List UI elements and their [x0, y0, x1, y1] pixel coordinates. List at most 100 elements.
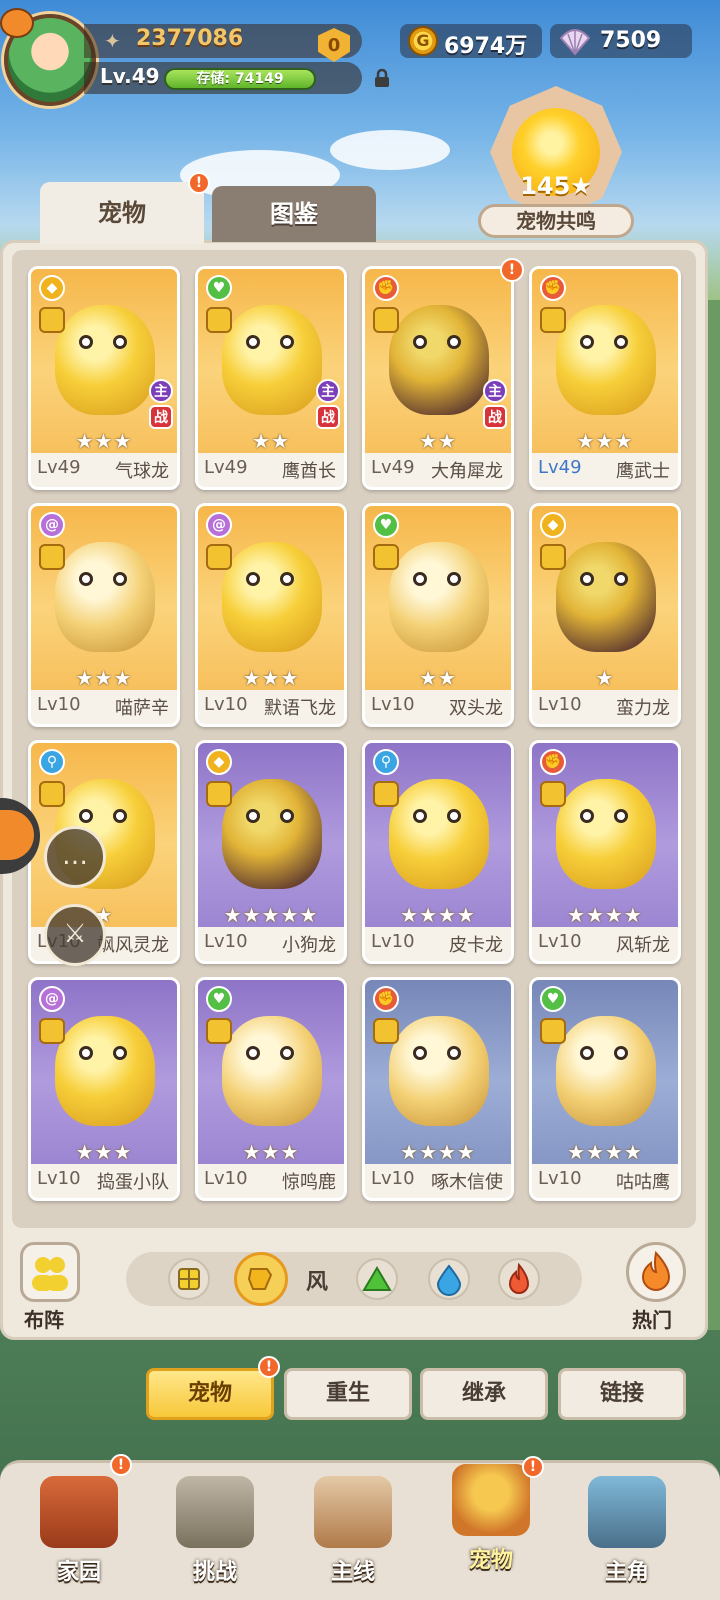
heart-element-icon: ♥: [540, 986, 566, 1012]
team-formation-label: 布阵: [24, 1308, 64, 1332]
pet-portrait: [55, 305, 155, 415]
pet-card[interactable]: ◆ ★ Lv10 蛮力龙: [529, 503, 681, 727]
pet-alert-badge: !: [500, 258, 524, 282]
nav-challenge[interactable]: 挑战: [160, 1466, 270, 1586]
pet-portrait: [389, 305, 489, 415]
pets-action-alert-badge: !: [258, 1356, 280, 1378]
challenge-board-icon: [176, 1476, 254, 1548]
rebirth-button[interactable]: 重生: [284, 1368, 412, 1420]
nav-hero-label: 主角: [604, 1560, 649, 1585]
pet-level: Lv49: [204, 457, 248, 478]
pet-portrait: [556, 779, 656, 889]
pet-card[interactable]: ◆ 主战 ★★★ Lv49 气球龙: [28, 266, 180, 490]
pet-card[interactable]: ◆ ★★★★★ Lv10 小狗龙: [195, 740, 347, 964]
pet-portrait: [556, 542, 656, 652]
nav-challenge-label: 挑战: [192, 1560, 237, 1585]
storage-progress[interactable]: 存储: 74149: [164, 68, 316, 90]
pet-level: Lv10: [538, 1168, 582, 1189]
pet-name: 咕咕鹰: [616, 1172, 670, 1193]
wind-role-icon: [373, 781, 399, 807]
pet-portrait: [222, 1016, 322, 1126]
pet-name: 鹰武士: [616, 461, 670, 482]
pet-card[interactable]: ✊ ★★★★ Lv10 啄木信使: [362, 977, 514, 1201]
pet-card[interactable]: ✊ ★★★ Lv49 鹰武士: [529, 266, 681, 490]
fist-element-icon: ✊: [373, 986, 399, 1012]
pet-card[interactable]: ♥ 主战 ★★ Lv49 鹰酋长: [195, 266, 347, 490]
filter-fire-icon[interactable]: [498, 1258, 540, 1300]
hero-book-icon: [588, 1476, 666, 1548]
wind-role-icon: [540, 781, 566, 807]
heart-element-icon: ♥: [373, 512, 399, 538]
cloud: [330, 130, 450, 170]
pet-level: Lv49: [37, 457, 81, 478]
filter-all-icon[interactable]: [168, 1258, 210, 1300]
link-button[interactable]: 链接: [558, 1368, 686, 1420]
main-tag: 主: [149, 379, 173, 403]
power-icon: ✦: [104, 29, 121, 53]
wind-role-icon: [206, 781, 232, 807]
nav-pets-label: 宠物: [468, 1548, 513, 1573]
filter-water-icon[interactable]: [428, 1258, 470, 1300]
battle-tag: 战: [316, 405, 340, 429]
chat-bubble-icon[interactable]: …: [44, 826, 106, 888]
pet-card[interactable]: ♥ ★★★ Lv10 惊鸣鹿: [195, 977, 347, 1201]
spiral-element-icon: @: [39, 512, 65, 538]
wind-role-icon: [39, 781, 65, 807]
pet-card[interactable]: @ ★★★ Lv10 捣蛋小队: [28, 977, 180, 1201]
wind-role-icon: [540, 1018, 566, 1044]
inherit-button[interactable]: 继承: [420, 1368, 548, 1420]
avatar-pet-icon: [0, 8, 34, 38]
pet-name: 喵萨辛: [115, 698, 169, 719]
pet-portrait: [556, 1016, 656, 1126]
pet-stars: ★★★★: [567, 1140, 643, 1164]
nav-hero[interactable]: 主角: [572, 1466, 682, 1586]
pet-stars: ★★: [252, 429, 290, 453]
pet-portrait: [222, 542, 322, 652]
pet-stars: ★★: [419, 429, 457, 453]
wind-role-icon: [206, 544, 232, 570]
resonance-label: 宠物共鸣: [478, 204, 634, 238]
filter-earth-icon[interactable]: [356, 1258, 398, 1300]
pet-card[interactable]: ✊ 主战 ★★ Lv49 大角犀龙: [362, 266, 514, 490]
resonance-value: 145★: [520, 172, 592, 200]
nav-home[interactable]: 家园: [24, 1466, 134, 1586]
team-formation-button[interactable]: [20, 1242, 80, 1302]
pet-card[interactable]: ⚲ ★★★★ Lv10 皮卡龙: [362, 740, 514, 964]
wind-role-icon: [373, 1018, 399, 1044]
shell-amount: 7509: [600, 28, 662, 53]
pets-action-button[interactable]: 宠物: [146, 1368, 274, 1420]
pet-card[interactable]: @ ★★★ Lv10 喵萨辛: [28, 503, 180, 727]
pet-resonance-button[interactable]: 145★ 宠物共鸣: [478, 86, 634, 240]
flame-icon: [641, 1250, 671, 1291]
pet-card[interactable]: ✊ ★★★★ Lv10 风斩龙: [529, 740, 681, 964]
hot-sort-button[interactable]: [626, 1242, 686, 1302]
pet-card[interactable]: ♥ ★★ Lv10 双头龙: [362, 503, 514, 727]
pet-name: 啄木信使: [431, 1172, 503, 1193]
pet-portrait: [389, 1016, 489, 1126]
pet-name: 双头龙: [449, 698, 503, 719]
wind-role-icon: [373, 544, 399, 570]
pet-stars: ★★★: [75, 666, 133, 690]
pet-name: 小狗龙: [282, 935, 336, 956]
pet-card[interactable]: ♥ ★★★★ Lv10 咕咕鹰: [529, 977, 681, 1201]
pet-card[interactable]: @ ★★★ Lv10 默语飞龙: [195, 503, 347, 727]
nav-pets-alert-badge: !: [522, 1456, 544, 1478]
pet-name: 蛮力龙: [616, 698, 670, 719]
nav-main-quest[interactable]: 主线: [298, 1466, 408, 1586]
tab-alert-badge: !: [188, 172, 210, 194]
pet-name: 捣蛋小队: [97, 1172, 169, 1193]
wind-role-icon: [206, 1018, 232, 1044]
crossed-swords-icon[interactable]: ⚔: [44, 904, 106, 966]
tab-pets[interactable]: 宠物: [40, 182, 204, 244]
tab-codex[interactable]: 图鉴: [212, 186, 376, 242]
filter-wind-icon[interactable]: [234, 1252, 288, 1306]
key-element-icon: ⚲: [373, 749, 399, 775]
pet-stars: ★★★★★: [223, 903, 319, 927]
gold-amount: 6974万: [444, 34, 528, 59]
wind-role-icon: [39, 1018, 65, 1044]
pet-name: 鹰酋长: [282, 461, 336, 482]
lock-icon[interactable]: [372, 68, 392, 88]
pet-stars: ★: [595, 666, 615, 690]
battle-tag: 战: [483, 405, 507, 429]
pet-level: Lv10: [371, 931, 415, 952]
